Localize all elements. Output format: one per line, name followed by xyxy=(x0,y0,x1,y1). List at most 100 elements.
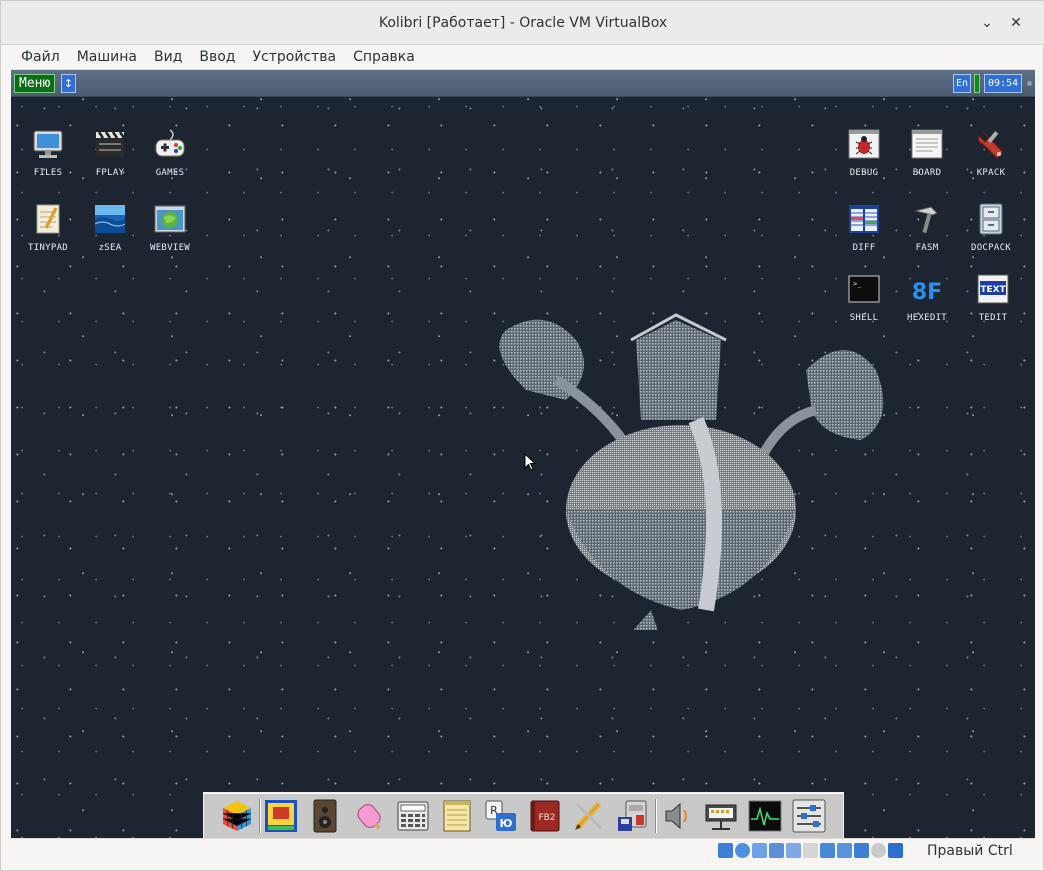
desktop-icon-tinypad[interactable]: TINYPAD xyxy=(16,203,80,253)
network-icon[interactable] xyxy=(704,799,738,833)
clapperboard-icon xyxy=(96,131,126,157)
language-indicator[interactable]: En xyxy=(953,74,971,93)
wrench-icon xyxy=(978,131,1004,159)
kolibri-menu-button[interactable]: Меню xyxy=(14,74,56,93)
icon-label: FASM xyxy=(915,243,939,253)
icon-label: TEDIT xyxy=(978,313,1008,323)
archiver-icon[interactable] xyxy=(616,799,650,833)
notepad-icon[interactable] xyxy=(440,799,474,833)
menu-help[interactable]: Справка xyxy=(343,49,422,65)
menu-bar: Файл Машина Вид Ввод Устройства Справка xyxy=(11,45,1035,70)
dock-separator xyxy=(655,799,657,833)
activity-indicator xyxy=(974,74,980,93)
panel-dot-icon xyxy=(1027,81,1032,86)
icon-label: zSEA xyxy=(98,243,122,253)
icon-label: FPLAY xyxy=(95,168,125,178)
mouse-integration-icon[interactable] xyxy=(871,843,886,858)
audio-icon[interactable] xyxy=(752,843,767,858)
desktop-icon-zsea[interactable]: zSEA xyxy=(78,203,142,253)
host-key-label: Правый Ctrl xyxy=(927,843,1013,859)
icon-label: KPACK xyxy=(976,168,1006,178)
cabinet-icon xyxy=(979,203,1003,235)
desktop-icon-kpack[interactable]: KPACK xyxy=(959,128,1023,178)
kolibri-dock: R Ю FB2 xyxy=(203,792,844,838)
desktop-icon-games[interactable]: GAMES xyxy=(138,128,202,178)
menu-view[interactable]: Вид xyxy=(144,49,189,65)
sea-picture-icon xyxy=(94,205,126,233)
vm-screen[interactable]: Меню ↕ En 09:54 FILES FPLAY GAMES TINYPA… xyxy=(11,70,1035,838)
menu-file[interactable]: Файл xyxy=(11,49,67,65)
fb2-glyph: FB2 xyxy=(538,813,555,823)
system-monitor-icon[interactable] xyxy=(748,799,782,833)
optical-drive-icon[interactable] xyxy=(735,843,750,858)
gamepad-icon xyxy=(155,129,185,157)
kolibri-top-panel: Меню ↕ En 09:54 xyxy=(11,70,1035,97)
pencil-icon[interactable] xyxy=(572,799,606,833)
icon-label: DIFF xyxy=(852,243,876,253)
title-bar[interactable]: Kolibri [Работает] - Oracle VM VirtualBo… xyxy=(1,1,1044,45)
shared-folders-icon[interactable] xyxy=(803,843,818,858)
globe-window-icon xyxy=(154,205,186,233)
network-adapter-icon[interactable] xyxy=(769,843,784,858)
settings-sliders-icon[interactable] xyxy=(792,799,826,833)
keyboard-capture-icon[interactable] xyxy=(888,843,903,858)
icon-label: TINYPAD xyxy=(27,243,69,253)
icon-label: WEBVIEW xyxy=(149,243,191,253)
desktop-icon-files[interactable]: FILES xyxy=(16,128,80,178)
hammer-icon xyxy=(914,206,938,234)
speaker-icon[interactable] xyxy=(308,799,342,833)
terminal-prompt: >_ xyxy=(853,280,862,288)
usb-icon[interactable] xyxy=(786,843,801,858)
desktop-icon-fasm[interactable]: FASM xyxy=(895,203,959,253)
vbox-status-bar: Правый Ctrl xyxy=(11,838,1035,864)
bug-window-icon xyxy=(848,129,880,159)
menu-devices[interactable]: Устройства xyxy=(243,49,344,65)
dock-separator xyxy=(259,799,261,833)
text-editor-icon: TEXT xyxy=(977,274,1009,304)
virtualbox-window: Kolibri [Работает] - Oracle VM VirtualBo… xyxy=(0,0,1044,871)
diff-table-icon xyxy=(849,205,879,233)
desktop-icon-docpack[interactable]: DOCPACK xyxy=(959,203,1023,253)
icon-label: FILES xyxy=(33,168,63,178)
icon-label: DEBUG xyxy=(849,168,879,178)
desktop-icon-webview[interactable]: WEBVIEW xyxy=(138,203,202,253)
board-window-icon xyxy=(911,129,943,159)
notepad-icon xyxy=(36,204,60,234)
desktop-icon-hexedit[interactable]: 8F HEXEDIT xyxy=(895,273,959,323)
window-title: Kolibri [Работает] - Oracle VM VirtualBo… xyxy=(378,14,668,31)
switch-window-button[interactable]: ↕ xyxy=(61,74,76,93)
minimize-button[interactable]: ⌄ xyxy=(977,13,997,33)
translator-glyph: Ю xyxy=(500,817,513,830)
mouse-cursor-icon xyxy=(524,453,536,471)
desktop-icon-diff[interactable]: DIFF xyxy=(832,203,896,253)
tedit-glyph: TEXT xyxy=(980,285,1006,295)
volume-icon[interactable] xyxy=(660,799,694,833)
menu-input[interactable]: Ввод xyxy=(189,49,242,65)
desktop-icon-debug[interactable]: DEBUG xyxy=(832,128,896,178)
eraser-icon[interactable] xyxy=(352,799,386,833)
monitor-icon xyxy=(33,130,63,158)
icon-label: DOCPACK xyxy=(970,243,1012,253)
video-capture-icon[interactable] xyxy=(837,843,852,858)
terminal-icon: >_ xyxy=(848,275,880,303)
icon-label: GAMES xyxy=(155,168,185,178)
desktop-icon-tedit[interactable]: TEXT TEDIT xyxy=(961,273,1025,323)
pixel-editor-icon[interactable] xyxy=(264,799,298,833)
display-icon[interactable] xyxy=(820,843,835,858)
hex-8f-icon: 8F xyxy=(912,280,942,305)
menu-machine[interactable]: Машина xyxy=(67,49,144,65)
fb2-reader-icon[interactable]: FB2 xyxy=(528,799,562,833)
desktop-icon-board[interactable]: BOARD xyxy=(895,128,959,178)
status-icons xyxy=(718,843,903,860)
desktop-icon-fplay[interactable]: FPLAY xyxy=(78,128,142,178)
hex-glyph: 8F xyxy=(912,280,942,305)
cpu-icon[interactable] xyxy=(854,843,869,858)
hard-disk-icon[interactable] xyxy=(718,843,733,858)
calculator-icon[interactable] xyxy=(396,799,430,833)
clock[interactable]: 09:54 xyxy=(984,74,1022,93)
translator-icon[interactable]: R Ю xyxy=(484,799,518,833)
cube-icon[interactable] xyxy=(220,799,254,833)
icon-label: HEXEDIT xyxy=(906,313,948,323)
icon-label: BOARD xyxy=(912,168,942,178)
close-button[interactable]: ✕ xyxy=(1006,13,1026,33)
